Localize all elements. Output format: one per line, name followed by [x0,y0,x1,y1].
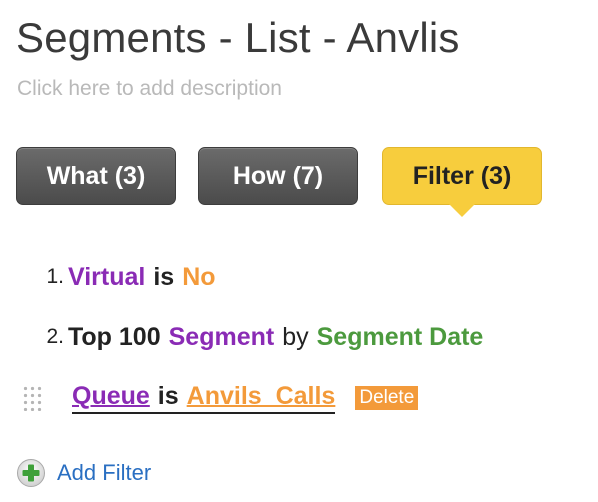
filter-operator: is [153,262,175,291]
filter-value[interactable]: Anvils_Calls [187,382,336,411]
filter-expression[interactable]: Queue is Anvils_Calls [72,382,336,414]
tab-filter[interactable]: Filter (3) [382,147,542,217]
filter-field[interactable]: Segment [169,323,275,352]
description-placeholder[interactable]: Click here to add description [17,77,282,101]
tab-what[interactable]: What (3) [16,147,176,205]
filter-prefix[interactable]: Top 100 [68,323,161,352]
tab-how[interactable]: How (7) [198,147,358,205]
filter-number: 1. [46,265,64,288]
add-filter-button[interactable]: Add Filter [16,457,151,489]
filter-row-3: Queue is Anvils_Calls Delete [0,378,419,418]
page-title: Segments - List - Anvlis [16,14,460,61]
filter-field[interactable]: Virtual [68,263,145,292]
drag-handle-icon[interactable] [22,385,44,411]
filter-connector: by [282,322,309,351]
filter-field[interactable]: Queue [72,382,150,411]
filter-number: 2. [46,325,64,348]
filter-value[interactable]: No [182,263,215,292]
add-filter-label[interactable]: Add Filter [57,460,151,486]
filter-row-2: 2. Top 100 Segment by Segment Date [0,317,483,357]
delete-button[interactable]: Delete [355,386,419,410]
plus-circle-icon [17,459,45,487]
filter-row-1: 1. Virtual is No [0,257,215,297]
filter-date-field[interactable]: Segment Date [317,323,484,352]
filter-operator: is [157,382,179,410]
